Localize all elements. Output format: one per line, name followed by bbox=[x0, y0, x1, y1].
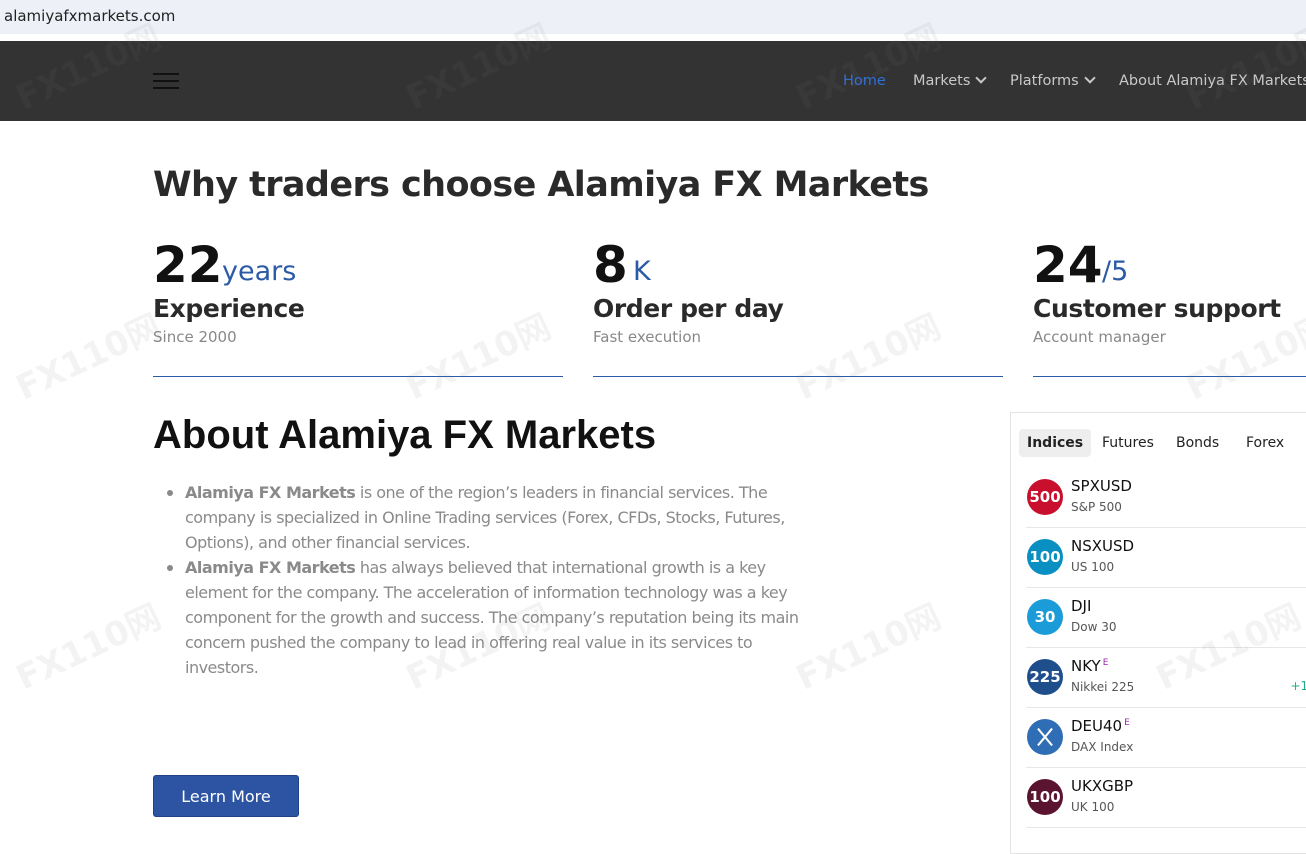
stat-label: Experience bbox=[153, 294, 305, 323]
x-logo-icon bbox=[1035, 727, 1055, 747]
nav-item-markets[interactable]: Markets bbox=[913, 72, 988, 89]
about-section-title: About Alamiya FX Markets bbox=[153, 413, 657, 457]
symbol-badge: 30 bbox=[1027, 599, 1063, 635]
symbol-description: Nikkei 225 bbox=[1071, 680, 1135, 694]
nav-label: Platforms bbox=[1010, 73, 1079, 89]
nav-links: Home Markets Platforms About Alamiya FX … bbox=[0, 41, 1306, 121]
stat-orders: 8 K Order per day Fast execution bbox=[593, 236, 1003, 377]
symbol-name: NSXUSD bbox=[1071, 537, 1134, 555]
symbol-description: S&P 500 bbox=[1071, 500, 1122, 514]
browser-address-bar[interactable]: alamiyafxmarkets.com bbox=[0, 0, 1306, 34]
stat-label: Order per day bbox=[593, 294, 784, 323]
chevron-down-icon bbox=[975, 72, 988, 84]
symbol-badge: 225 bbox=[1027, 659, 1063, 695]
stat-subtext: Account manager bbox=[1033, 328, 1166, 346]
watermark: FX110网 bbox=[10, 306, 168, 409]
symbol-description: Dow 30 bbox=[1071, 620, 1117, 634]
nav-item-about[interactable]: About Alamiya FX Markets bbox=[1119, 73, 1306, 89]
symbol-badge bbox=[1027, 719, 1063, 755]
symbol-name: DJI bbox=[1071, 597, 1091, 615]
nav-item-platforms[interactable]: Platforms bbox=[1010, 72, 1096, 89]
quote-row[interactable]: 225 NKYE Nikkei 225 +1, bbox=[1026, 647, 1306, 708]
symbol-text: DEU40 bbox=[1071, 717, 1123, 735]
exchange-flag: E bbox=[1102, 658, 1109, 668]
tab-indices[interactable]: Indices bbox=[1019, 429, 1092, 457]
divider bbox=[0, 34, 1306, 41]
symbol-name: SPXUSD bbox=[1071, 477, 1132, 495]
symbol-text: SPXUSD bbox=[1071, 477, 1132, 495]
stat-value: 22 bbox=[153, 236, 223, 294]
nav-label: Markets bbox=[913, 73, 971, 89]
chevron-down-icon bbox=[1084, 72, 1096, 84]
top-navigation-bar: Home Markets Platforms About Alamiya FX … bbox=[0, 41, 1306, 121]
symbol-name: NKY E bbox=[1071, 657, 1108, 675]
watermark: FX110网 bbox=[10, 596, 168, 699]
quote-row[interactable]: DEU40 E DAX Index bbox=[1026, 707, 1306, 768]
company-name: Alamiya FX Markets bbox=[185, 558, 356, 577]
nav-item-home[interactable]: Home bbox=[843, 73, 886, 89]
symbol-text: NKY bbox=[1071, 657, 1101, 675]
stat-value: 24 bbox=[1033, 236, 1103, 294]
stat-unit: K bbox=[633, 256, 651, 287]
tab-forex[interactable]: Forex bbox=[1238, 429, 1292, 457]
symbol-description: US 100 bbox=[1071, 560, 1115, 574]
symbol-name: DEU40 E bbox=[1071, 717, 1130, 735]
symbol-badge: 100 bbox=[1027, 779, 1063, 815]
symbol-text: NSXUSD bbox=[1071, 537, 1135, 555]
stat-label: Customer support bbox=[1033, 294, 1281, 323]
stat-unit: years bbox=[222, 256, 297, 287]
quote-row[interactable]: 100 NSXUSD US 100 bbox=[1026, 527, 1306, 588]
nav-label: About Alamiya FX Markets bbox=[1119, 73, 1306, 89]
list-item: Alamiya FX Markets is one of the region’… bbox=[167, 480, 815, 555]
nav-label: Home bbox=[843, 73, 886, 89]
tab-futures[interactable]: Futures bbox=[1094, 429, 1162, 457]
tab-bonds[interactable]: Bonds bbox=[1168, 429, 1227, 457]
about-list: Alamiya FX Markets is one of the region’… bbox=[153, 480, 815, 680]
quote-row[interactable]: 30 DJI Dow 30 bbox=[1026, 587, 1306, 648]
stat-subtext: Since 2000 bbox=[153, 328, 237, 346]
stat-support: 24 /5 Customer support Account manager bbox=[1033, 236, 1306, 377]
symbol-description: UK 100 bbox=[1071, 800, 1115, 814]
quote-row[interactable]: 100 UKXGBP UK 100 bbox=[1026, 767, 1306, 828]
symbol-description: DAX Index bbox=[1071, 740, 1134, 754]
why-section-title: Why traders choose Alamiya FX Markets bbox=[153, 165, 929, 205]
symbol-text: DJI bbox=[1071, 597, 1092, 615]
symbol-text: UKXGBP bbox=[1071, 777, 1134, 795]
symbol-badge: 500 bbox=[1027, 479, 1063, 515]
quote-row[interactable]: 500 SPXUSD S&P 500 bbox=[1026, 467, 1306, 528]
url-text[interactable]: alamiyafxmarkets.com bbox=[4, 7, 175, 25]
stat-subtext: Fast execution bbox=[593, 328, 702, 346]
stat-unit: /5 bbox=[1102, 256, 1129, 287]
symbol-badge: 100 bbox=[1027, 539, 1063, 575]
market-quotes-widget: Indices Futures Bonds Forex 500 SPXUSD S… bbox=[1010, 412, 1306, 854]
stat-experience: 22 years Experience Since 2000 bbox=[153, 236, 563, 377]
exchange-flag: E bbox=[1124, 718, 1130, 728]
list-item: Alamiya FX Markets has always believed t… bbox=[167, 555, 815, 680]
learn-more-button[interactable]: Learn More bbox=[153, 775, 299, 817]
stat-value: 8 bbox=[593, 236, 628, 294]
price-change: +1, bbox=[1290, 679, 1306, 693]
company-name: Alamiya FX Markets bbox=[185, 483, 356, 502]
symbol-name: UKXGBP bbox=[1071, 777, 1133, 795]
